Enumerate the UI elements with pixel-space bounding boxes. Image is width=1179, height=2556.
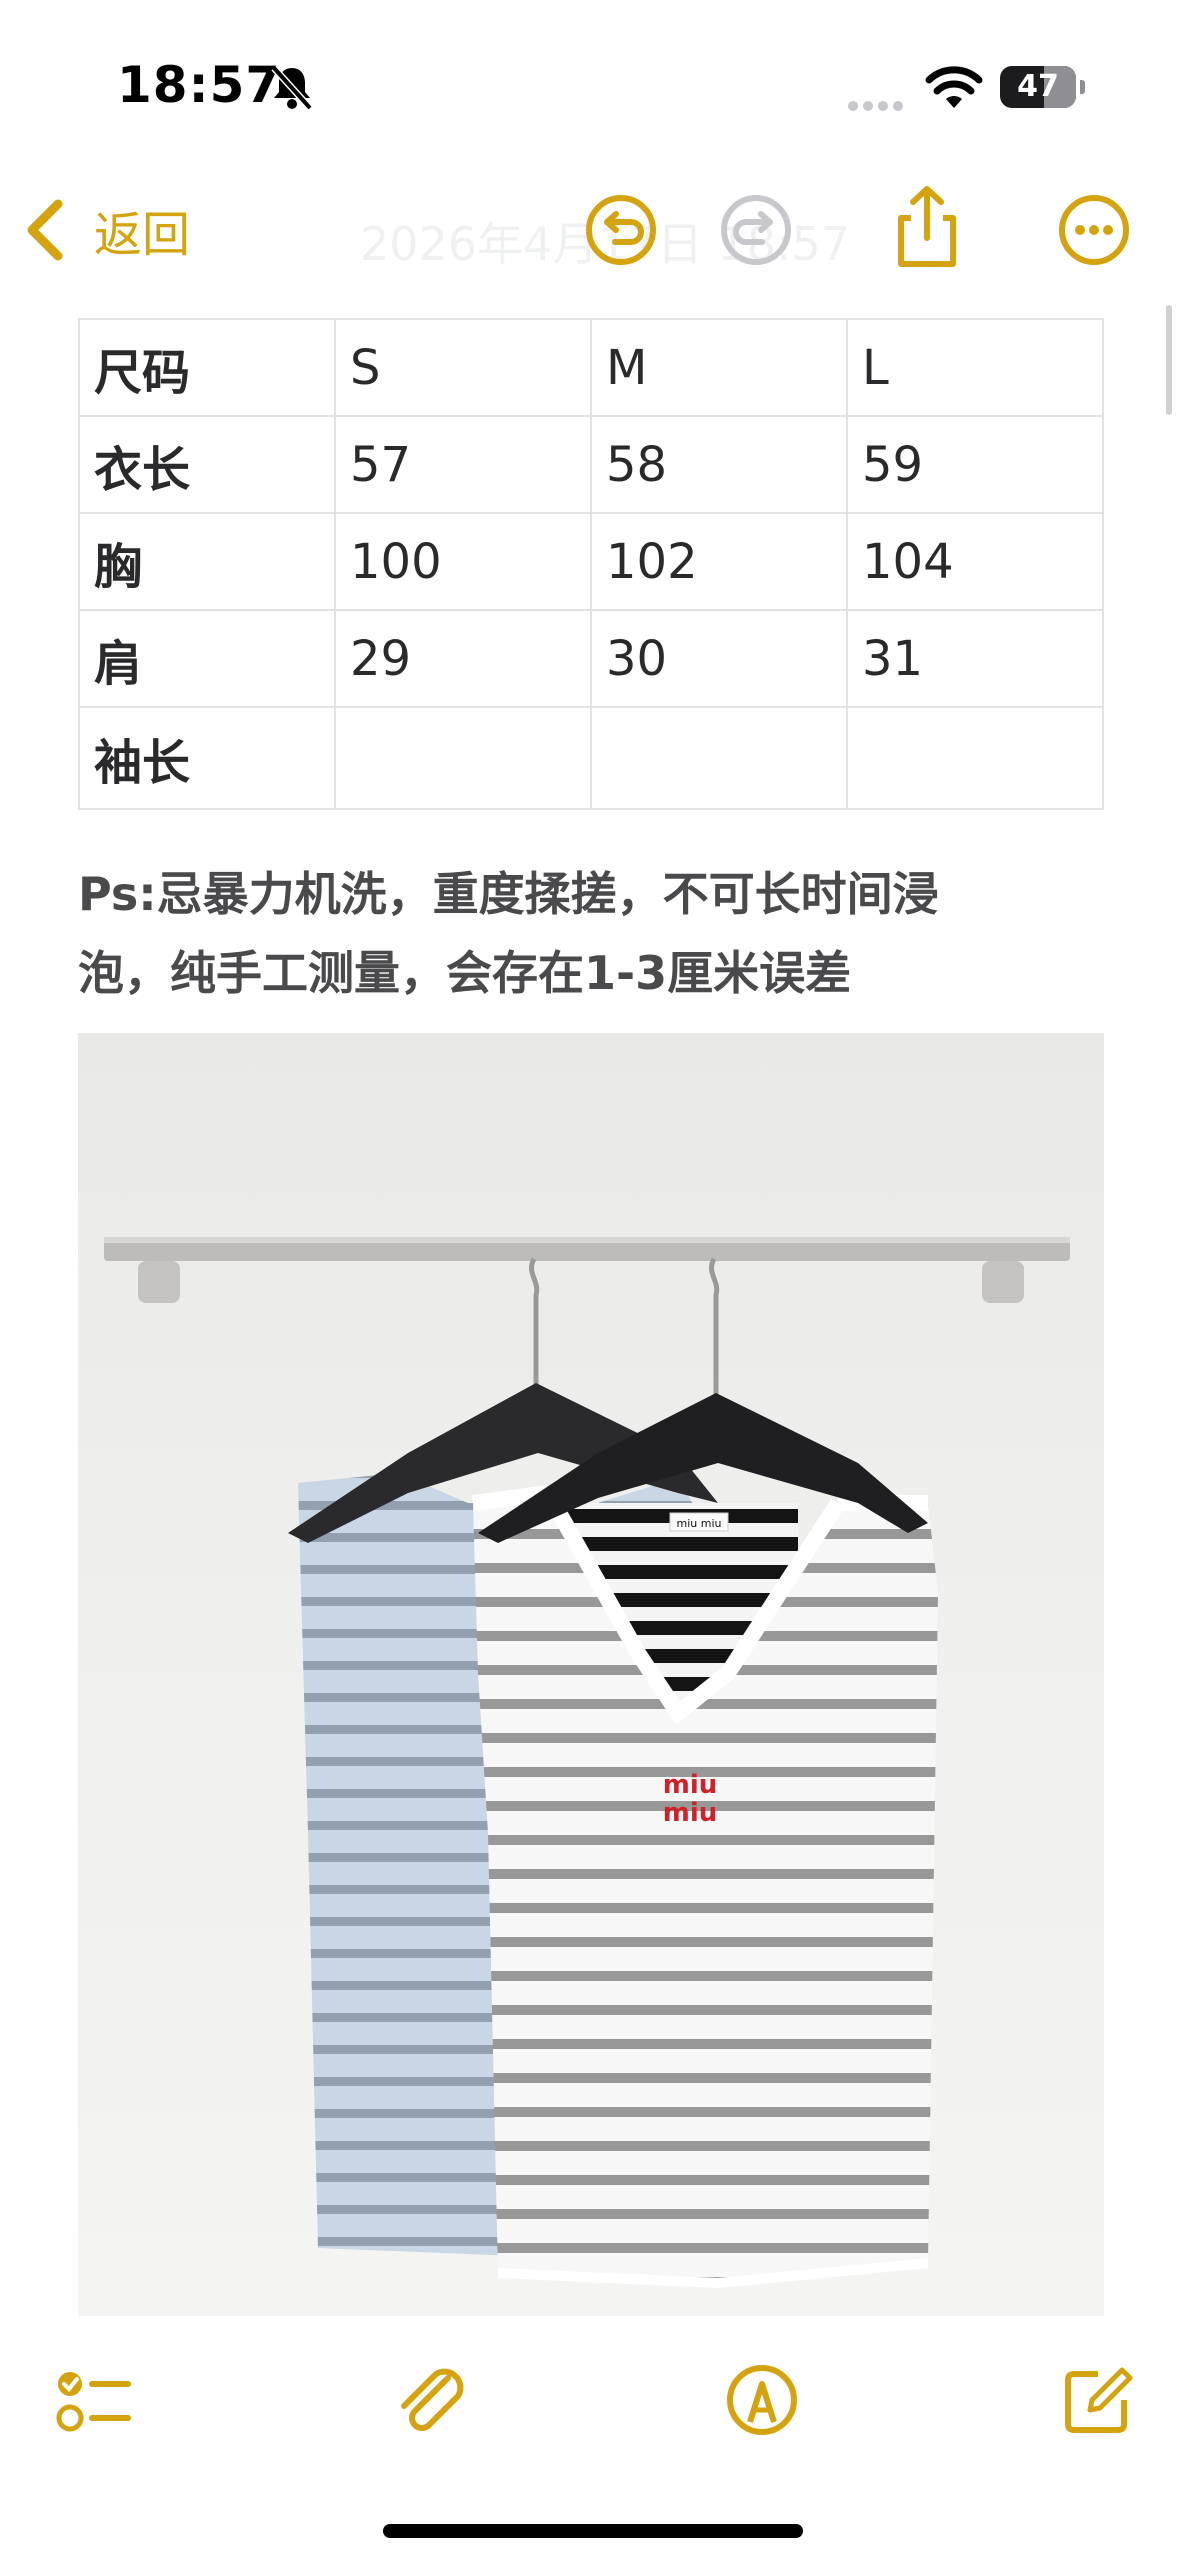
size-table: 尺码 S M L 衣长 57 58 59 胸 100 102 104 肩 29 … (78, 318, 1104, 810)
scroll-indicator[interactable] (1166, 305, 1172, 415)
table-cell[interactable]: 57 (334, 415, 592, 514)
status-time: 18:57 (117, 56, 282, 114)
status-bar: 18:57 47 (0, 0, 1179, 170)
table-cell[interactable]: M (590, 318, 848, 417)
home-indicator[interactable] (383, 2524, 803, 2538)
table-row: 胸 100 102 104 (78, 512, 1104, 611)
undo-icon[interactable] (583, 192, 659, 268)
battery-icon: 47 (1000, 66, 1076, 108)
battery-tip (1080, 80, 1085, 94)
back-button[interactable]: 返回 (22, 192, 190, 268)
table-cell[interactable]: 58 (590, 415, 848, 514)
neck-label-text: miu miu (677, 1517, 722, 1530)
table-cell[interactable]: 肩 (78, 609, 336, 708)
note-text[interactable]: Ps:忌暴力机洗，重度揉搓，不可长时间浸 泡，纯手工测量，会存在1-3厘米误差 (78, 855, 1108, 1013)
table-cell[interactable]: 102 (590, 512, 848, 611)
more-icon[interactable] (1056, 192, 1132, 268)
share-icon[interactable] (889, 184, 965, 270)
note-line: Ps:忌暴力机洗，重度揉搓，不可长时间浸 (78, 867, 939, 921)
checklist-icon[interactable] (52, 2360, 132, 2440)
logo-line2: miu (663, 1798, 718, 1828)
table-cell[interactable]: 衣长 (78, 415, 336, 514)
table-cell[interactable]: 袖长 (78, 706, 336, 810)
wifi-icon (925, 66, 983, 108)
table-cell[interactable]: 29 (334, 609, 592, 708)
table-cell[interactable]: 胸 (78, 512, 336, 611)
table-cell[interactable]: S (334, 318, 592, 417)
nav-bar: 返回 2026年4月17日 18:57 (0, 170, 1179, 290)
compose-icon[interactable] (1058, 2360, 1138, 2440)
bell-slash-icon (271, 65, 313, 110)
table-cell[interactable]: 59 (846, 415, 1104, 514)
table-row: 肩 29 30 31 (78, 609, 1104, 708)
table-cell[interactable]: 31 (846, 609, 1104, 708)
cellular-signal-icon (848, 96, 908, 115)
back-label: 返回 (94, 207, 191, 263)
bottom-toolbar (0, 2350, 1179, 2470)
table-cell[interactable] (590, 706, 848, 810)
table-row: 衣长 57 58 59 (78, 415, 1104, 514)
battery-level: 47 (1017, 69, 1059, 104)
paperclip-icon[interactable] (390, 2360, 470, 2440)
markup-pen-icon[interactable] (722, 2360, 802, 2440)
table-cell[interactable] (334, 706, 592, 810)
chevron-left-icon (27, 199, 63, 261)
table-cell[interactable]: 30 (590, 609, 848, 708)
table-cell[interactable]: 100 (334, 512, 592, 611)
table-cell[interactable] (846, 706, 1104, 810)
product-photo-illustration: miu miu miu miu (104, 1237, 1070, 2289)
redo-icon[interactable] (718, 192, 794, 268)
table-cell[interactable]: 104 (846, 512, 1104, 611)
table-row: 尺码 S M L (78, 318, 1104, 417)
product-photo[interactable]: miu miu miu miu (78, 1033, 1104, 2316)
logo-line1: miu (663, 1770, 718, 1800)
table-cell[interactable]: L (846, 318, 1104, 417)
table-cell[interactable]: 尺码 (78, 318, 336, 417)
table-row: 袖长 (78, 706, 1104, 810)
note-line: 泡，纯手工测量，会存在1-3厘米误差 (78, 946, 852, 1000)
